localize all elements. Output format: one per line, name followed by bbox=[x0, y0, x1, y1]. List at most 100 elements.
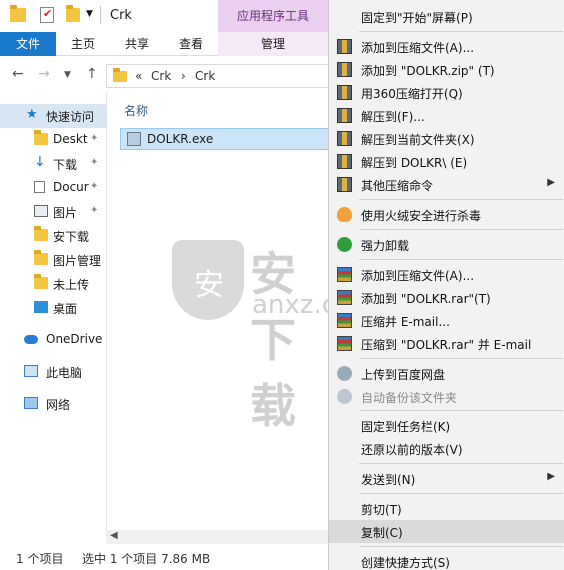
file-row[interactable]: DOLKR.exe bbox=[120, 128, 330, 150]
nav-label: OneDrive bbox=[46, 332, 103, 346]
menu-separator bbox=[359, 546, 563, 547]
nav-folder-anxz[interactable]: 安下载 bbox=[0, 224, 106, 248]
nav-folder-picture-manage[interactable]: 图片管理 bbox=[0, 248, 106, 272]
file-name: DOLKR.exe bbox=[147, 132, 214, 146]
menu-label: 使用火绒安全进行杀毒 bbox=[361, 209, 482, 223]
folder-icon bbox=[34, 226, 48, 241]
item-count: 1 个项目 bbox=[16, 552, 64, 566]
forward-icon[interactable]: → bbox=[38, 66, 50, 82]
column-header-name[interactable]: 名称 bbox=[124, 102, 148, 119]
folder-icon bbox=[34, 274, 48, 289]
nav-desktop-folder[interactable]: 桌面 bbox=[0, 296, 106, 320]
folder-icon bbox=[10, 5, 26, 22]
address-bar-row: ← → ▼ ↑ « Crk › Crk bbox=[0, 58, 330, 92]
contextual-tab-group: 应用程序工具 bbox=[218, 0, 328, 32]
breadcrumb-overflow[interactable]: « bbox=[135, 69, 142, 83]
menu-label: 压缩并 E-mail... bbox=[361, 315, 450, 329]
file-explorer-window: ▼ Crk 应用程序工具 文件 主页 共享 查看 管理 ← → ▼ ↑ « Cr… bbox=[0, 0, 377, 570]
scroll-left-icon[interactable]: ◀ bbox=[110, 530, 118, 541]
document-icon bbox=[34, 181, 45, 193]
nav-downloads[interactable]: ↓ 下载 ✦ bbox=[0, 152, 106, 176]
menu-item-auto-backup[interactable]: 自动备份该文件夹 bbox=[329, 385, 564, 408]
menu-item-extract-to-folder[interactable]: 解压到 DOLKR\ (E) bbox=[329, 150, 564, 173]
menu-item-upload-baidu[interactable]: 上传到百度网盘 bbox=[329, 362, 564, 385]
nav-folder-not-uploaded[interactable]: 未上传 bbox=[0, 272, 106, 296]
menu-item-copy[interactable]: 复制(C) bbox=[329, 520, 564, 543]
title-divider bbox=[100, 6, 101, 24]
nav-desktop[interactable]: Deskt ✦ bbox=[0, 128, 106, 152]
menu-separator bbox=[359, 463, 563, 464]
nav-pictures[interactable]: 图片 ✦ bbox=[0, 200, 106, 224]
menu-item-open-with-360[interactable]: 用360压缩打开(Q) bbox=[329, 81, 564, 104]
menu-item-compress-rar-email[interactable]: 压缩到 "DOLKR.rar" 并 E-mail bbox=[329, 332, 564, 355]
tab-home[interactable]: 主页 bbox=[56, 32, 110, 56]
nav-quick-access[interactable]: ★ 快速访问 bbox=[0, 104, 106, 128]
new-folder-icon[interactable] bbox=[66, 5, 80, 22]
nav-documents[interactable]: Docur ✦ bbox=[0, 176, 106, 200]
menu-item-add-dolkr-rar[interactable]: 添加到 "DOLKR.rar"(T) bbox=[329, 286, 564, 309]
rar-icon bbox=[337, 267, 352, 282]
menu-item-create-shortcut[interactable]: 创建快捷方式(S) bbox=[329, 550, 564, 570]
menu-item-add-dolkr-zip[interactable]: 添加到 "DOLKR.zip" (T) bbox=[329, 58, 564, 81]
quick-access-dropdown-icon[interactable]: ▼ bbox=[86, 9, 93, 19]
ribbon-tabs: 文件 主页 共享 查看 管理 bbox=[0, 32, 330, 56]
menu-label: 发送到(N) bbox=[361, 473, 416, 487]
menu-item-send-to[interactable]: 发送到(N) ▶ bbox=[329, 467, 564, 490]
recent-dropdown-icon[interactable]: ▼ bbox=[64, 70, 71, 80]
window-title: Crk bbox=[110, 8, 132, 23]
menu-label: 复制(C) bbox=[361, 526, 403, 540]
horizontal-scrollbar[interactable]: ◀ bbox=[106, 530, 330, 544]
menu-label: 添加到 "DOLKR.rar"(T) bbox=[361, 292, 491, 306]
breadcrumb-separator[interactable]: › bbox=[181, 69, 186, 83]
zip-icon bbox=[337, 177, 352, 192]
menu-separator bbox=[359, 229, 563, 230]
nav-label: 安下载 bbox=[53, 230, 90, 244]
nav-network[interactable]: 网络 bbox=[0, 392, 106, 416]
menu-item-cut[interactable]: 剪切(T) bbox=[329, 497, 564, 520]
nav-label: Docur bbox=[53, 180, 89, 194]
address-box[interactable]: « Crk › Crk bbox=[106, 64, 330, 88]
properties-icon[interactable] bbox=[40, 7, 54, 23]
menu-item-add-archive-rar[interactable]: 添加到压缩文件(A)... bbox=[329, 263, 564, 286]
pin-icon: ✦ bbox=[90, 181, 99, 192]
menu-label: 添加到压缩文件(A)... bbox=[361, 269, 475, 283]
rar-icon bbox=[337, 290, 352, 305]
menu-item-more-compress[interactable]: 其他压缩命令 ▶ bbox=[329, 173, 564, 196]
menu-item-compress-email[interactable]: 压缩并 E-mail... bbox=[329, 309, 564, 332]
watermark-text: 安下载 bbox=[250, 247, 298, 433]
cloud-icon bbox=[24, 335, 38, 344]
up-icon[interactable]: ↑ bbox=[86, 66, 98, 82]
menu-label: 压缩到 "DOLKR.rar" 并 E-mail bbox=[361, 338, 532, 352]
nav-onedrive[interactable]: OneDrive bbox=[0, 328, 106, 352]
submenu-arrow-icon: ▶ bbox=[547, 471, 555, 482]
zip-icon bbox=[337, 39, 352, 54]
menu-item-extract-to[interactable]: 解压到(F)... bbox=[329, 104, 564, 127]
menu-item-force-uninstall[interactable]: 强力卸载 bbox=[329, 233, 564, 256]
zip-icon bbox=[337, 62, 352, 77]
menu-item-pin-to-start[interactable]: 固定到"开始"屏幕(P) bbox=[329, 5, 564, 28]
tab-manage[interactable]: 管理 bbox=[218, 32, 328, 56]
menu-item-pin-taskbar[interactable]: 固定到任务栏(K) bbox=[329, 414, 564, 437]
zip-icon bbox=[337, 154, 352, 169]
folder-icon bbox=[34, 130, 48, 145]
nav-this-pc[interactable]: 此电脑 bbox=[0, 360, 106, 384]
tab-view[interactable]: 查看 bbox=[164, 32, 218, 56]
menu-item-antivirus[interactable]: 使用火绒安全进行杀毒 bbox=[329, 203, 564, 226]
menu-item-add-archive-360[interactable]: 添加到压缩文件(A)... bbox=[329, 35, 564, 58]
folder-icon bbox=[113, 68, 127, 82]
menu-label: 添加到 "DOLKR.zip" (T) bbox=[361, 64, 495, 78]
breadcrumb-item[interactable]: Crk bbox=[151, 69, 171, 83]
nav-label: 桌面 bbox=[53, 302, 78, 316]
menu-separator bbox=[359, 31, 563, 32]
breadcrumb-item[interactable]: Crk bbox=[195, 69, 215, 83]
menu-label: 解压到 DOLKR\ (E) bbox=[361, 156, 468, 170]
tab-share[interactable]: 共享 bbox=[110, 32, 164, 56]
tab-file[interactable]: 文件 bbox=[0, 32, 56, 56]
pictures-icon bbox=[34, 205, 48, 217]
rar-icon bbox=[337, 313, 352, 328]
menu-item-extract-here[interactable]: 解压到当前文件夹(X) bbox=[329, 127, 564, 150]
menu-item-restore-versions[interactable]: 还原以前的版本(V) bbox=[329, 437, 564, 460]
menu-label: 强力卸载 bbox=[361, 239, 410, 253]
zip-icon bbox=[337, 108, 352, 123]
back-icon[interactable]: ← bbox=[12, 66, 24, 82]
